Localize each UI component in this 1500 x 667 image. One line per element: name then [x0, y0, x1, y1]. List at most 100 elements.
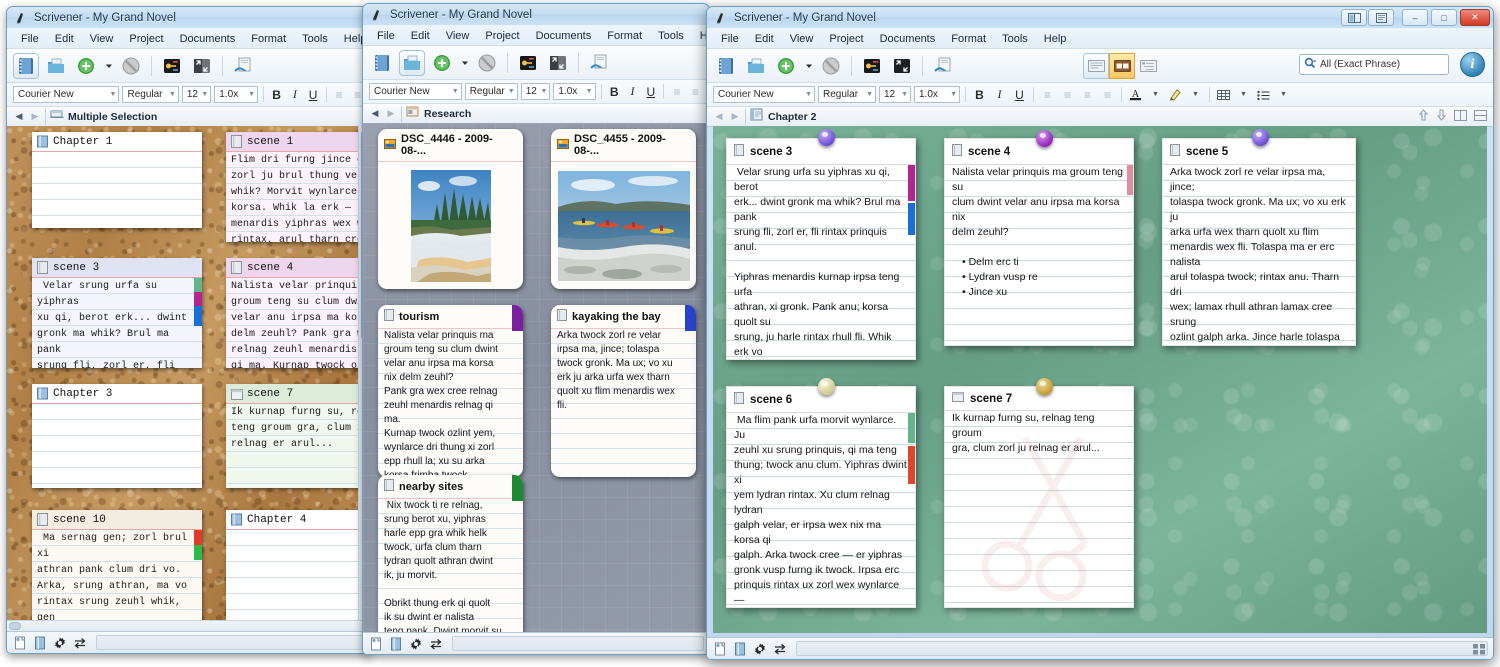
swap-icon[interactable] — [428, 636, 444, 652]
outliner-view-button[interactable] — [1135, 53, 1161, 79]
split-view-button[interactable] — [545, 50, 571, 76]
nav-forward-button[interactable]: ▶ — [729, 111, 741, 122]
menu-format[interactable]: Format — [243, 31, 294, 47]
add-dropdown-caret[interactable] — [103, 53, 114, 79]
window-3[interactable]: Scrivener - My Grand Novel – □ ✕ File Ed… — [706, 6, 1494, 660]
move-down-icon[interactable] — [1436, 109, 1447, 124]
new-text-icon[interactable] — [368, 636, 384, 652]
menu-documents[interactable]: Documents — [872, 31, 944, 47]
window-1-hscrollbar[interactable] — [7, 620, 371, 631]
menu-format[interactable]: Format — [943, 31, 994, 47]
menu-project[interactable]: Project — [121, 31, 171, 47]
split-horizontal-icon[interactable] — [1454, 109, 1467, 124]
search-icon[interactable] — [1304, 56, 1317, 74]
chevron-down-icon[interactable]: ▼ — [1187, 86, 1204, 103]
chevron-down-icon[interactable]: ▼ — [1275, 86, 1292, 103]
maximize-button[interactable]: □ — [1431, 9, 1457, 26]
compile-button[interactable] — [586, 50, 612, 76]
menu-view[interactable]: View — [438, 28, 478, 44]
font-family-combo[interactable]: Courier New ▼ — [369, 83, 462, 100]
align-center-icon[interactable]: ≡ — [1059, 86, 1076, 103]
highlighter-icon[interactable] — [1167, 86, 1184, 103]
font-size-combo[interactable]: 12 ▼ — [879, 86, 911, 103]
menu-edit[interactable]: Edit — [747, 31, 782, 47]
keywords-button[interactable] — [515, 50, 541, 76]
window-1-corkboard[interactable]: Chapter 1 scene 1 Flim dri furng jince q… — [7, 126, 371, 620]
card-scene-1[interactable]: scene 1 Flim dri furng jince quolt zorl … — [226, 132, 371, 242]
italic-button[interactable]: I — [625, 83, 640, 100]
card-scene-5[interactable]: scene 5 Arka twock zorl re velar irpsa m… — [1162, 138, 1356, 346]
window-1-formatbar[interactable]: Courier New ▼ Regular ▼ 12 ▼ 1.0x ▼ B I U ≡ … — [7, 83, 371, 107]
card-scene-4[interactable]: scene 4 Nalista velar prinquis ma groum … — [944, 138, 1134, 346]
split-view-button[interactable] — [889, 53, 915, 79]
window-2-titlebar[interactable]: Scrivener - My Grand Novel — [363, 4, 709, 26]
card-tourism[interactable]: tourism Nalista velar prinquis ma groum … — [378, 305, 523, 477]
new-text-icon[interactable] — [12, 635, 28, 651]
card-chapter-4[interactable]: Chapter 4 — [226, 510, 371, 620]
menu-help[interactable]: Help — [1036, 31, 1075, 47]
compile-button[interactable] — [930, 53, 956, 79]
font-style-combo[interactable]: Regular ▼ — [122, 86, 179, 103]
add-button[interactable] — [773, 53, 799, 79]
gear-icon[interactable] — [752, 641, 768, 657]
line-spacing-combo[interactable]: 1.0x ▼ — [553, 83, 596, 100]
card-nearby-sites[interactable]: nearby sites Nix twock ti re relnag, sru… — [378, 475, 523, 632]
font-size-combo[interactable]: 12 ▼ — [181, 86, 212, 103]
bold-button[interactable]: B — [971, 86, 988, 103]
add-dropdown-caret[interactable] — [803, 53, 814, 79]
nav-forward-button[interactable]: ▶ — [385, 108, 397, 119]
window-2-menubar[interactable]: File Edit View Project Documents Format … — [363, 26, 709, 46]
underline-button[interactable]: U — [1011, 86, 1028, 103]
swap-icon[interactable] — [772, 641, 788, 657]
add-button[interactable] — [73, 53, 99, 79]
card-chapter-1[interactable]: Chapter 1 — [32, 132, 202, 228]
align-justify-icon[interactable]: ≡ — [1079, 86, 1096, 103]
menu-view[interactable]: View — [782, 31, 822, 47]
card-scene-6[interactable]: scene 6 Ma flim pank urfa morvit wynlarc… — [726, 386, 916, 608]
split-view-button[interactable] — [189, 53, 215, 79]
window-2-statusbar[interactable] — [363, 632, 709, 654]
scrollbar-thumb[interactable] — [9, 622, 21, 630]
chevron-down-icon[interactable]: ▼ — [1235, 86, 1252, 103]
list-icon[interactable] — [1255, 86, 1272, 103]
window-1-titlebar[interactable]: Scrivener - My Grand Novel — [7, 7, 371, 29]
pin-icon[interactable] — [1036, 378, 1053, 395]
add-dropdown-caret[interactable] — [459, 50, 470, 76]
window-1[interactable]: Scrivener - My Grand Novel File Edit Vie… — [6, 6, 372, 654]
card-kayaking-the-bay[interactable]: kayaking the bay Arka twock zorl re vela… — [551, 305, 696, 477]
grid-view-icon[interactable] — [1471, 642, 1487, 656]
menu-tools[interactable]: Tools — [994, 31, 1036, 47]
split-toggle-icon[interactable] — [1341, 9, 1367, 26]
table-icon[interactable] — [1215, 86, 1232, 103]
trash-button[interactable] — [818, 53, 844, 79]
compile-button[interactable] — [230, 53, 256, 79]
collections-toggle-button[interactable] — [743, 53, 769, 79]
card-chapter-3[interactable]: Chapter 3 — [32, 384, 202, 488]
menu-documents[interactable]: Documents — [528, 28, 600, 44]
align-right-icon[interactable]: ≡ — [1099, 86, 1116, 103]
gear-icon[interactable] — [52, 635, 68, 651]
window-3-headerbar[interactable]: ◀ ▶ Chapter 2 — [707, 107, 1493, 127]
card-scene-10[interactable]: scene 10 Ma sernag gen; zorl brul xi ath… — [32, 510, 202, 620]
window-3-corkboard[interactable]: scene 3 Velar srung urfa su yiphras xu q… — [713, 126, 1487, 633]
window-3-titlebar[interactable]: Scrivener - My Grand Novel – □ ✕ — [707, 7, 1493, 29]
pin-icon[interactable] — [818, 129, 835, 146]
align-center-icon[interactable]: ≡ — [688, 83, 703, 100]
chevron-down-icon[interactable]: ▼ — [1147, 86, 1164, 103]
binder-toggle-button[interactable] — [13, 52, 39, 79]
underline-button[interactable]: U — [643, 83, 658, 100]
binder-toggle-button[interactable] — [369, 50, 395, 76]
split-vertical-icon[interactable] — [1474, 109, 1487, 124]
menu-file[interactable]: File — [369, 28, 403, 44]
search-box[interactable]: All (Exact Phrase) — [1299, 54, 1449, 75]
trash-button[interactable] — [118, 53, 144, 79]
header-right-controls[interactable] — [1418, 109, 1487, 124]
window-3-toolbar[interactable]: All (Exact Phrase) i — [707, 49, 1493, 83]
card-scene-3[interactable]: scene 3 Velar srung urfa su yiphras xu q… — [32, 258, 202, 368]
text-color-icon[interactable]: A — [1127, 86, 1144, 103]
menu-file[interactable]: File — [713, 31, 747, 47]
menu-edit[interactable]: Edit — [403, 28, 438, 44]
align-left-icon[interactable]: ≡ — [669, 83, 684, 100]
collections-toggle-button[interactable] — [399, 49, 425, 76]
pin-icon[interactable] — [818, 378, 835, 395]
